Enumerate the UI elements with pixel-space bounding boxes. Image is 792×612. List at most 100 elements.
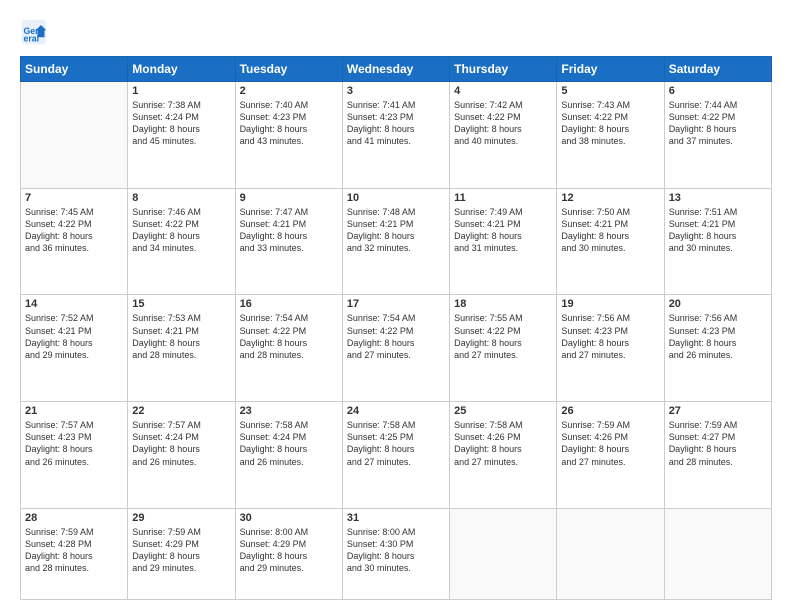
day-number: 7 <box>25 192 123 204</box>
calendar-cell <box>557 508 664 599</box>
cell-content: Sunrise: 7:51 AM Sunset: 4:21 PM Dayligh… <box>669 206 767 255</box>
cell-content: Sunrise: 8:00 AM Sunset: 4:30 PM Dayligh… <box>347 526 445 575</box>
day-number: 2 <box>240 85 338 97</box>
day-number: 25 <box>454 405 552 417</box>
cell-content: Sunrise: 7:48 AM Sunset: 4:21 PM Dayligh… <box>347 206 445 255</box>
day-number: 26 <box>561 405 659 417</box>
weekday-header-tuesday: Tuesday <box>235 57 342 82</box>
week-row-3: 14Sunrise: 7:52 AM Sunset: 4:21 PM Dayli… <box>21 295 772 402</box>
day-number: 20 <box>669 298 767 310</box>
cell-content: Sunrise: 7:49 AM Sunset: 4:21 PM Dayligh… <box>454 206 552 255</box>
calendar-cell: 21 Sunrise: 7:57 AM Sunset: 4:23 PM Dayli… <box>21 402 128 509</box>
cell-content: Sunrise: 7:59 AM Sunset: 4:27 PM Dayligh… <box>669 419 767 468</box>
day-number: 3 <box>347 85 445 97</box>
day-number: 1 <box>132 85 230 97</box>
day-number: 18 <box>454 298 552 310</box>
week-row-4: 21 Sunrise: 7:57 AM Sunset: 4:23 PM Dayli… <box>21 402 772 509</box>
weekday-header-monday: Monday <box>128 57 235 82</box>
cell-content: Sunrise: 7:54 AM Sunset: 4:22 PM Dayligh… <box>347 312 445 361</box>
calendar-cell: 29 Sunrise: 7:59 AM Sunset: 4:29 PM Dayli… <box>128 508 235 599</box>
cell-content: Sunrise: 7:50 AM Sunset: 4:21 PM Dayligh… <box>561 206 659 255</box>
weekday-header-friday: Friday <box>557 57 664 82</box>
calendar-cell: 28 Sunrise: 7:59 AM Sunset: 4:28 PM Dayli… <box>21 508 128 599</box>
calendar-cell: 3 Sunrise: 7:41 AM Sunset: 4:23 PM Daylig… <box>342 82 449 189</box>
day-number: 29 <box>132 512 230 524</box>
day-number: 8 <box>132 192 230 204</box>
calendar-cell: 13Sunrise: 7:51 AM Sunset: 4:21 PM Dayli… <box>664 188 771 295</box>
calendar-cell: 26 Sunrise: 7:59 AM Sunset: 4:26 PM Dayli… <box>557 402 664 509</box>
cell-content: Sunrise: 7:59 AM Sunset: 4:29 PM Dayligh… <box>132 526 230 575</box>
cell-content: Sunrise: 7:57 AM Sunset: 4:24 PM Dayligh… <box>132 419 230 468</box>
cell-content: Sunrise: 7:40 AM Sunset: 4:23 PM Dayligh… <box>240 99 338 148</box>
calendar-cell: 8 Sunrise: 7:46 AM Sunset: 4:22 PM Daylig… <box>128 188 235 295</box>
cell-content: Sunrise: 7:46 AM Sunset: 4:22 PM Dayligh… <box>132 206 230 255</box>
calendar-cell: 15 Sunrise: 7:53 AM Sunset: 4:21 PM Dayli… <box>128 295 235 402</box>
calendar-cell: 11 Sunrise: 7:49 AM Sunset: 4:21 PM Dayli… <box>450 188 557 295</box>
calendar-cell: 4 Sunrise: 7:42 AM Sunset: 4:22 PM Daylig… <box>450 82 557 189</box>
calendar-cell: 17 Sunrise: 7:54 AM Sunset: 4:22 PM Dayli… <box>342 295 449 402</box>
weekday-header-sunday: Sunday <box>21 57 128 82</box>
calendar-cell: 31 Sunrise: 8:00 AM Sunset: 4:30 PM Dayli… <box>342 508 449 599</box>
calendar-cell: 20 Sunrise: 7:56 AM Sunset: 4:23 PM Dayli… <box>664 295 771 402</box>
day-number: 27 <box>669 405 767 417</box>
cell-content: Sunrise: 7:45 AM Sunset: 4:22 PM Dayligh… <box>25 206 123 255</box>
cell-content: Sunrise: 7:44 AM Sunset: 4:22 PM Dayligh… <box>669 99 767 148</box>
calendar-cell <box>450 508 557 599</box>
weekday-header-saturday: Saturday <box>664 57 771 82</box>
cell-content: Sunrise: 7:55 AM Sunset: 4:22 PM Dayligh… <box>454 312 552 361</box>
calendar-table: SundayMondayTuesdayWednesdayThursdayFrid… <box>20 56 772 600</box>
cell-content: Sunrise: 7:58 AM Sunset: 4:24 PM Dayligh… <box>240 419 338 468</box>
day-number: 11 <box>454 192 552 204</box>
logo: Gen eral <box>20 18 52 46</box>
cell-content: Sunrise: 7:43 AM Sunset: 4:22 PM Dayligh… <box>561 99 659 148</box>
svg-text:eral: eral <box>24 34 40 44</box>
cell-content: Sunrise: 7:47 AM Sunset: 4:21 PM Dayligh… <box>240 206 338 255</box>
calendar-cell: 23 Sunrise: 7:58 AM Sunset: 4:24 PM Dayli… <box>235 402 342 509</box>
calendar-cell: 16Sunrise: 7:54 AM Sunset: 4:22 PM Dayli… <box>235 295 342 402</box>
page: Gen eral SundayMondayTuesdayWednesdayThu… <box>0 0 792 612</box>
day-number: 24 <box>347 405 445 417</box>
cell-content: Sunrise: 7:59 AM Sunset: 4:26 PM Dayligh… <box>561 419 659 468</box>
calendar-cell <box>664 508 771 599</box>
week-row-5: 28 Sunrise: 7:59 AM Sunset: 4:28 PM Dayli… <box>21 508 772 599</box>
calendar-cell: 7 Sunrise: 7:45 AM Sunset: 4:22 PM Daylig… <box>21 188 128 295</box>
cell-content: Sunrise: 7:59 AM Sunset: 4:28 PM Dayligh… <box>25 526 123 575</box>
logo-icon: Gen eral <box>20 18 48 46</box>
day-number: 19 <box>561 298 659 310</box>
calendar-cell: 30Sunrise: 8:00 AM Sunset: 4:29 PM Dayli… <box>235 508 342 599</box>
calendar-cell: 19 Sunrise: 7:56 AM Sunset: 4:23 PM Dayli… <box>557 295 664 402</box>
calendar-cell: 6 Sunrise: 7:44 AM Sunset: 4:22 PM Daylig… <box>664 82 771 189</box>
day-number: 6 <box>669 85 767 97</box>
cell-content: Sunrise: 7:41 AM Sunset: 4:23 PM Dayligh… <box>347 99 445 148</box>
calendar-cell: 12Sunrise: 7:50 AM Sunset: 4:21 PM Dayli… <box>557 188 664 295</box>
day-number: 10 <box>347 192 445 204</box>
calendar-cell: 27 Sunrise: 7:59 AM Sunset: 4:27 PM Dayli… <box>664 402 771 509</box>
weekday-header-thursday: Thursday <box>450 57 557 82</box>
day-number: 9 <box>240 192 338 204</box>
day-number: 28 <box>25 512 123 524</box>
day-number: 22 <box>132 405 230 417</box>
header: Gen eral <box>20 18 772 46</box>
calendar-cell: 2 Sunrise: 7:40 AM Sunset: 4:23 PM Daylig… <box>235 82 342 189</box>
day-number: 21 <box>25 405 123 417</box>
day-number: 16 <box>240 298 338 310</box>
cell-content: Sunrise: 7:53 AM Sunset: 4:21 PM Dayligh… <box>132 312 230 361</box>
cell-content: Sunrise: 7:38 AM Sunset: 4:24 PM Dayligh… <box>132 99 230 148</box>
calendar-cell: 24Sunrise: 7:58 AM Sunset: 4:25 PM Dayli… <box>342 402 449 509</box>
weekday-header-wednesday: Wednesday <box>342 57 449 82</box>
day-number: 14 <box>25 298 123 310</box>
cell-content: Sunrise: 7:42 AM Sunset: 4:22 PM Dayligh… <box>454 99 552 148</box>
calendar-cell: 9 Sunrise: 7:47 AM Sunset: 4:21 PM Daylig… <box>235 188 342 295</box>
calendar-cell: 5 Sunrise: 7:43 AM Sunset: 4:22 PM Daylig… <box>557 82 664 189</box>
day-number: 5 <box>561 85 659 97</box>
cell-content: Sunrise: 7:56 AM Sunset: 4:23 PM Dayligh… <box>669 312 767 361</box>
day-number: 31 <box>347 512 445 524</box>
day-number: 15 <box>132 298 230 310</box>
calendar-cell: 18 Sunrise: 7:55 AM Sunset: 4:22 PM Dayli… <box>450 295 557 402</box>
day-number: 4 <box>454 85 552 97</box>
week-row-2: 7 Sunrise: 7:45 AM Sunset: 4:22 PM Daylig… <box>21 188 772 295</box>
day-number: 23 <box>240 405 338 417</box>
cell-content: Sunrise: 7:56 AM Sunset: 4:23 PM Dayligh… <box>561 312 659 361</box>
cell-content: Sunrise: 7:57 AM Sunset: 4:23 PM Dayligh… <box>25 419 123 468</box>
day-number: 17 <box>347 298 445 310</box>
